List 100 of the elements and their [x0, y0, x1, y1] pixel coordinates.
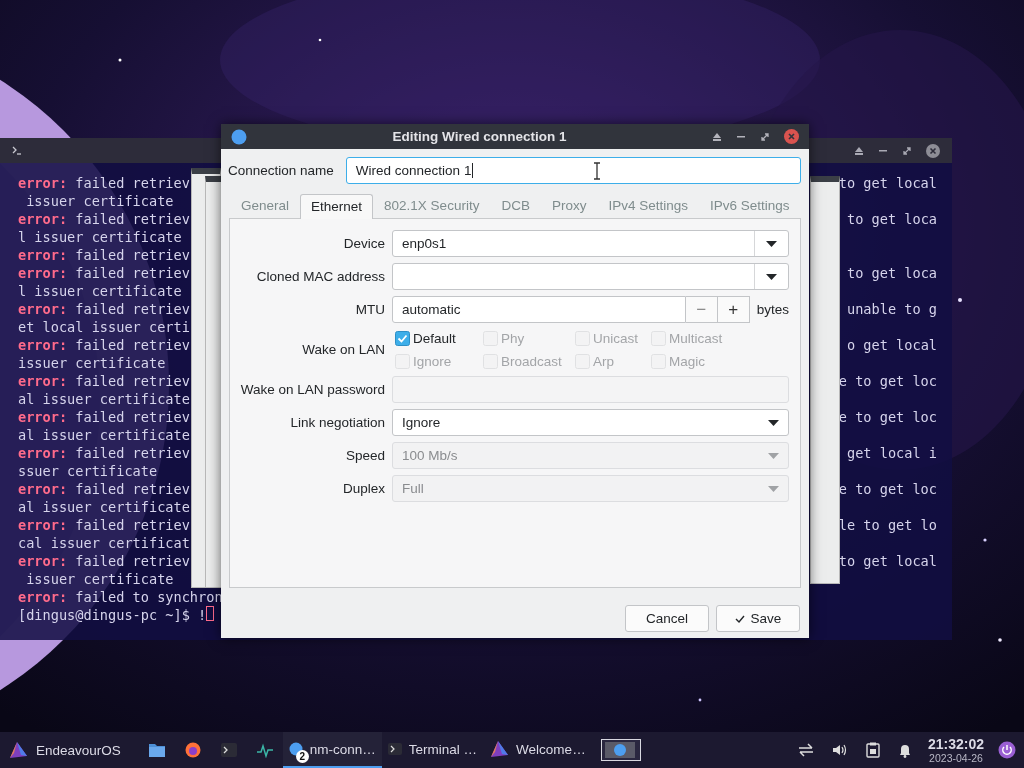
app-logo-icon	[489, 740, 510, 758]
dropdown-arrow-icon	[768, 419, 779, 426]
close-icon[interactable]	[784, 129, 799, 144]
terminal-line: ssuer certificate	[18, 462, 158, 480]
terminal-line: error: failed to synchron	[18, 588, 223, 606]
terminal-line: al issuer certificate	[18, 390, 190, 408]
start-menu-button[interactable]: EndeavourOS	[8, 741, 121, 759]
checkbox-label: Multicast	[669, 330, 723, 346]
dropdown-arrow-icon	[768, 485, 779, 492]
terminal-line: error: failed retriev	[18, 210, 190, 228]
field-label: Device	[342, 236, 385, 251]
tab[interactable]: Ethernet	[300, 194, 374, 219]
field-value: enp0s1	[401, 236, 448, 251]
field-label: Cloned MAC address	[255, 269, 385, 284]
terminal-line: error: failed retriev	[18, 300, 190, 318]
folder-icon[interactable]	[147, 742, 166, 758]
field-label: Duplex	[341, 481, 385, 496]
connection-name-field[interactable]: Wired connection 1	[345, 156, 801, 184]
terminal-line: to get local	[838, 174, 937, 192]
checkbox-label: Broadcast	[501, 353, 562, 369]
terminal-line: error: failed retriev	[18, 336, 190, 354]
app-logo-icon	[8, 741, 28, 759]
taskbar-task[interactable]: Terminal …	[381, 732, 484, 768]
terminal-line: al issuer certificate	[18, 426, 190, 444]
field-value: automatic	[402, 302, 461, 317]
terminal-line: issuer certificate	[25, 192, 174, 210]
field-label: MTU	[354, 302, 385, 317]
terminal-line: l issuer certificate	[18, 228, 182, 246]
clock-date[interactable]: 2023-04-26	[929, 752, 983, 764]
terminal-line: e to get loc	[838, 408, 937, 426]
close-icon[interactable]	[926, 143, 940, 158]
terminal-line: error: failed retriev	[18, 444, 190, 462]
checkbox-label: Ignore	[413, 353, 452, 369]
restore-icon[interactable]	[902, 145, 912, 156]
restore-icon[interactable]	[760, 131, 770, 142]
field-value: 100 Mb/s	[402, 448, 458, 463]
terminal-line: error: failed retriev	[18, 552, 190, 570]
field-value: Wired connection 1	[355, 162, 472, 178]
terminal-line: to get loca	[846, 210, 937, 228]
terminal-line: error: failed retriev	[18, 480, 190, 498]
field-label: Connection name	[228, 162, 334, 178]
dropdown-arrow-icon	[766, 240, 777, 247]
spin-field[interactable]: automatic	[392, 296, 686, 323]
taskbar-task[interactable]: Welcome…	[483, 732, 592, 768]
terminal-line: error: failed retriev	[18, 264, 190, 282]
terminal-line: e to get loc	[838, 372, 937, 390]
terminal-line: to get loca	[846, 264, 937, 282]
field-value: Full	[402, 481, 424, 496]
terminal-line: get local i	[846, 444, 937, 462]
terminal-line: error: failed retriev	[18, 372, 190, 390]
checkbox-label: Unicast	[593, 330, 638, 346]
terminal-line: [dingus@dingus-pc ~]$ !	[18, 606, 207, 624]
terminal-line: error: failed retriev	[18, 246, 190, 264]
dropdown-arrow-icon	[766, 273, 777, 280]
volume-icon[interactable]	[831, 743, 848, 757]
terminal-line: l issuer certificate	[18, 282, 182, 300]
terminal-line: error: failed retriev	[18, 408, 190, 426]
taskbar-task[interactable]: nm-conn… 2	[282, 732, 382, 768]
terminal-line: unable to g	[846, 300, 937, 318]
combo-box[interactable]: enp0s1	[392, 230, 789, 257]
terminal-line: e to get loc	[838, 480, 937, 498]
checkbox-label: Default	[413, 330, 456, 346]
network-icon[interactable]	[797, 743, 814, 757]
window-title: Editing Wired connection 1	[391, 129, 568, 144]
checkbox[interactable]	[395, 330, 410, 346]
terminal-line: to get local	[838, 552, 937, 570]
desktop-pager-icon[interactable]	[600, 739, 641, 761]
dropdown-arrow-icon	[768, 452, 779, 459]
check-icon	[734, 614, 745, 623]
terminal-line: et local issuer certi	[18, 318, 190, 336]
field-label: Speed	[344, 448, 385, 463]
field-label: Link negotiation	[289, 415, 385, 430]
browser-icon[interactable]	[183, 742, 202, 758]
checkbox-label: Arp	[593, 353, 614, 369]
increment-button[interactable]: +	[717, 296, 750, 323]
decrement-button[interactable]: −	[685, 296, 718, 323]
field-label: Wake on LAN password	[239, 382, 385, 397]
terminal-icon[interactable]	[219, 742, 238, 758]
terminal-line: cal issuer certificat	[18, 534, 190, 552]
checkbox-label: Phy	[501, 330, 525, 346]
keep-above-icon[interactable]	[854, 146, 864, 155]
clock-time[interactable]: 21:32:02	[927, 736, 984, 752]
field-label: Wake on LAN	[301, 342, 385, 357]
dialog-button[interactable]: Save	[716, 605, 800, 632]
keep-above-icon[interactable]	[712, 132, 722, 141]
notification-bell-icon[interactable]	[897, 742, 912, 758]
clipboard-icon[interactable]	[865, 742, 880, 758]
terminal-icon	[12, 146, 22, 155]
terminal-line: al issuer certificate	[18, 498, 190, 516]
dialog-button[interactable]: Cancel	[625, 605, 709, 632]
terminal-line: issuer certificate	[25, 570, 174, 588]
field-value: Ignore	[402, 415, 441, 430]
text-cursor	[206, 606, 215, 621]
system-monitor-icon[interactable]	[255, 742, 274, 758]
checkbox-label: Magic	[669, 353, 705, 369]
power-icon[interactable]	[998, 741, 1016, 759]
terminal-line: o get local	[846, 336, 937, 354]
terminal-line: le to get lo	[838, 516, 937, 534]
dropdown[interactable]: Ignore	[392, 409, 789, 436]
terminal-icon	[387, 743, 402, 755]
